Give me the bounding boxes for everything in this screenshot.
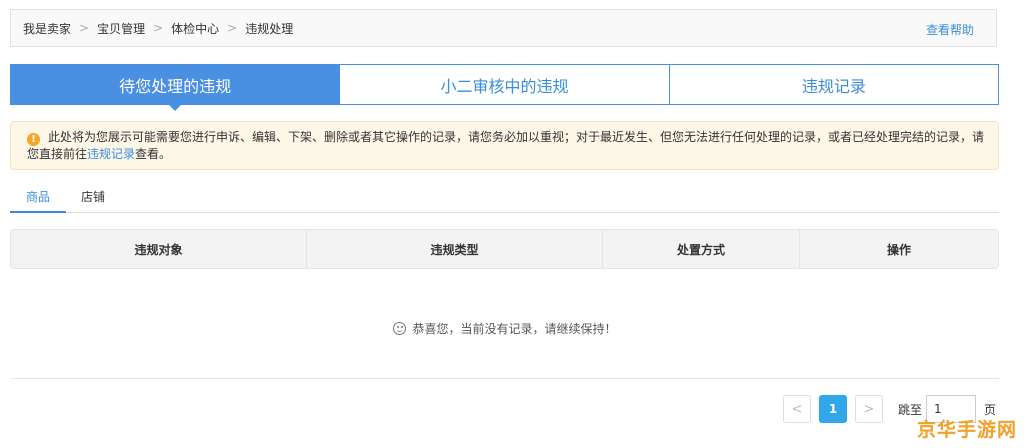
breadcrumb-separator: > <box>153 21 164 35</box>
watermark: 京华手游网 <box>916 419 1017 441</box>
table-header: 违规对象 违规类型 处置方式 操作 <box>10 229 999 269</box>
breadcrumb-separator: > <box>227 21 238 35</box>
tab-pending-violations[interactable]: 待您处理的违规 <box>10 64 341 111</box>
main-tabs: 待您处理的违规 小二审核中的违规 违规记录 <box>10 64 999 111</box>
divider <box>10 378 999 379</box>
empty-message: 恭喜您，当前没有记录，请继续保持！ <box>412 322 617 336</box>
column-header-type: 违规类型 <box>307 230 603 268</box>
breadcrumb: 我是卖家 > 宝贝管理 > 体检中心 > 违规处理 查看帮助 <box>10 9 997 47</box>
breadcrumb-item-seller[interactable]: 我是卖家 <box>23 20 71 37</box>
tab-violation-records[interactable]: 违规记录 <box>669 64 999 105</box>
violation-records-link[interactable]: 违规记录 <box>87 147 135 161</box>
tab-under-review[interactable]: 小二审核中的违规 <box>340 64 670 105</box>
column-header-target: 违规对象 <box>11 230 307 268</box>
prev-page-button[interactable]: < <box>783 395 811 423</box>
page-number-current[interactable]: 1 <box>819 395 847 423</box>
breadcrumb-item-health-center[interactable]: 体检中心 <box>171 20 219 37</box>
smile-icon <box>393 322 407 335</box>
subtab-goods[interactable]: 商品 <box>10 184 66 213</box>
breadcrumb-item-violation-handling: 违规处理 <box>245 21 294 36</box>
help-link[interactable]: 查看帮助 <box>926 21 974 38</box>
notice-text-end: 查看。 <box>135 147 172 161</box>
column-header-operation: 操作 <box>886 242 911 257</box>
notice-banner: ! 此处将为您展示可能需要您进行申诉、编辑、下架、删除或者其它操作的记录，请您务必… <box>10 121 999 170</box>
sub-tabs: 商品 店铺 <box>10 184 999 213</box>
warning-icon: ! <box>27 133 40 146</box>
breadcrumb-separator: > <box>79 21 90 35</box>
next-page-button[interactable]: > <box>855 395 883 423</box>
subtab-shop[interactable]: 店铺 <box>66 184 120 213</box>
breadcrumb-item-item-management[interactable]: 宝贝管理 <box>97 20 145 37</box>
column-header-action-taken: 处置方式 <box>603 230 800 268</box>
empty-state: 恭喜您，当前没有记录，请继续保持！ <box>0 320 1010 337</box>
